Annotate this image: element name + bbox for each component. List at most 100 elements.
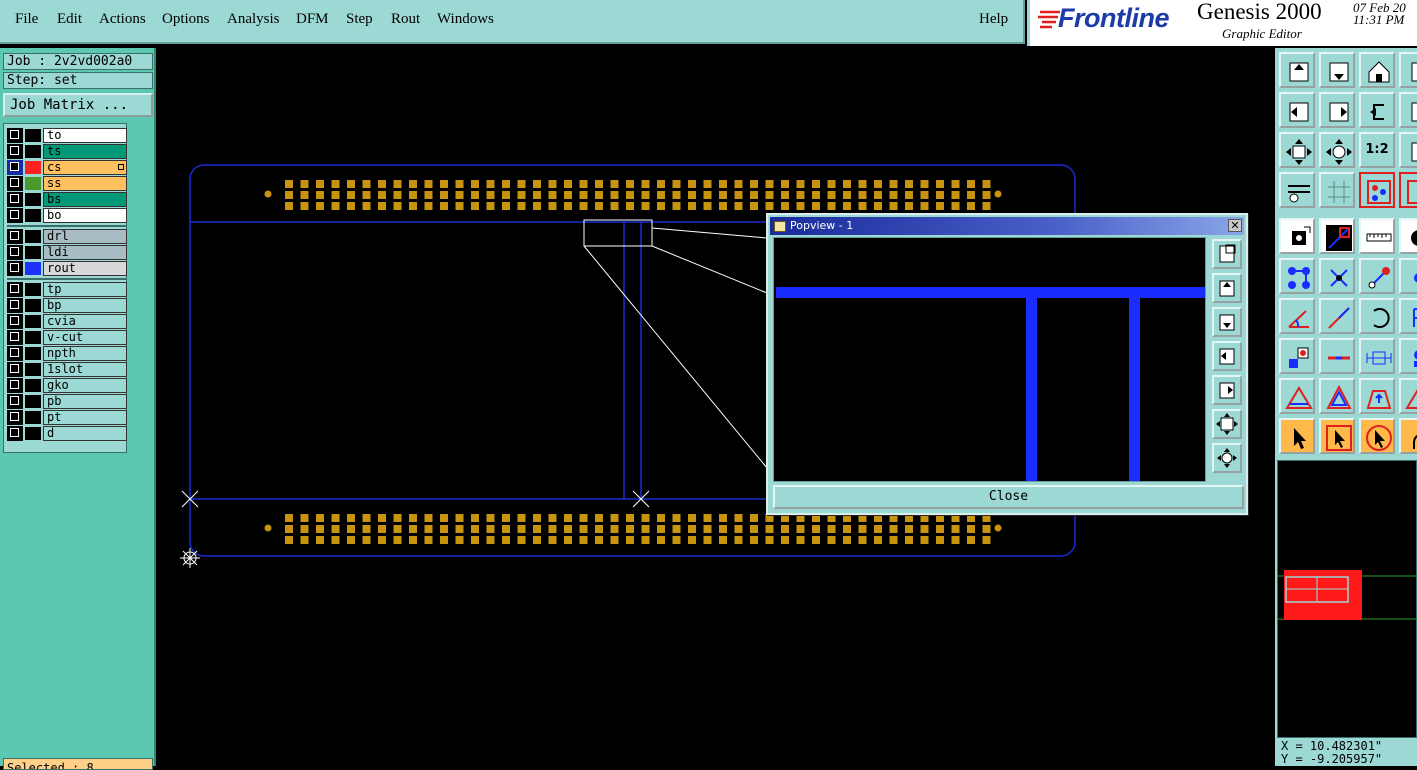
job-matrix-button[interactable]: Job Matrix ... [3, 93, 153, 117]
polygon-fill-button[interactable] [1359, 378, 1395, 414]
layer-name[interactable]: pb [43, 394, 127, 409]
menu-actions[interactable]: Actions [99, 11, 146, 28]
popview-right-icon[interactable] [1212, 375, 1242, 405]
layer-name[interactable]: drl [43, 229, 127, 244]
delete-point-button[interactable] [1319, 258, 1355, 294]
polygon-edit-button[interactable] [1319, 378, 1355, 414]
layer-name[interactable]: ldi [43, 245, 127, 260]
layer-row-tp[interactable]: tp [7, 282, 127, 297]
menu-analysis[interactable]: Analysis [227, 11, 280, 28]
layer-color-swatch[interactable] [25, 427, 41, 440]
popview-titlebar[interactable]: Popview - 1 ✕ [770, 217, 1244, 235]
pointer-box-button[interactable] [1319, 418, 1355, 454]
circle-button[interactable] [1399, 218, 1417, 254]
layer-color-swatch[interactable] [25, 161, 41, 174]
menu-options[interactable]: Options [162, 11, 210, 28]
layer-name[interactable]: npth [43, 346, 127, 361]
window-close-icon[interactable]: ✕ [1228, 219, 1242, 232]
popview-zoomed-view[interactable] [773, 237, 1206, 482]
layer-name[interactable]: bp [43, 298, 127, 313]
layer-row-bp[interactable]: bp [7, 298, 127, 313]
layer-color-swatch[interactable] [25, 363, 41, 376]
layer-color-swatch[interactable] [25, 145, 41, 158]
pointer-circle-button[interactable] [1359, 418, 1395, 454]
zoom-right-button[interactable] [1319, 92, 1355, 128]
layer-color-swatch[interactable] [25, 193, 41, 206]
layer-name[interactable]: v-cut [43, 330, 127, 345]
layer-color-swatch[interactable] [25, 230, 41, 243]
menu-help[interactable]: Help [979, 11, 1008, 28]
popview-close-button[interactable]: Close [773, 485, 1244, 509]
layer-checkbox[interactable] [7, 330, 23, 345]
pointer-select-button[interactable] [1279, 418, 1315, 454]
popview-zoom-icon[interactable] [1212, 239, 1242, 269]
undo-view-button[interactable] [1359, 92, 1395, 128]
layer-color-swatch[interactable] [25, 347, 41, 360]
layer-color-swatch[interactable] [25, 209, 41, 222]
layer-checkbox[interactable] [7, 245, 23, 260]
layer-row-pb[interactable]: pb [7, 394, 127, 409]
resize-button[interactable] [1279, 338, 1315, 374]
layer-name[interactable]: ts [43, 144, 127, 159]
snap-settings-button[interactable] [1279, 172, 1315, 208]
bracket-button[interactable] [1399, 298, 1417, 334]
fit-profile-button[interactable] [1319, 132, 1355, 168]
layer-name[interactable]: to [43, 128, 127, 143]
layer-checkbox[interactable] [7, 176, 23, 191]
layer-row-cs[interactable]: cs [7, 160, 127, 175]
layer-color-swatch[interactable] [25, 177, 41, 190]
slash-line-button[interactable] [1319, 298, 1355, 334]
layer-name[interactable]: bs [43, 192, 127, 207]
layer-row-ss[interactable]: ss [7, 176, 127, 191]
page-button[interactable] [1399, 52, 1417, 88]
polygon2-button[interactable] [1399, 378, 1417, 414]
page3-button[interactable] [1399, 132, 1417, 168]
layer-name[interactable]: bo [43, 208, 127, 223]
menu-dfm[interactable]: DFM [296, 11, 329, 28]
triangle-warn-button[interactable] [1279, 378, 1315, 414]
layer-checkbox[interactable] [7, 160, 23, 175]
layer-checkbox[interactable] [7, 144, 23, 159]
net-connect-button[interactable] [1279, 258, 1315, 294]
layer-row-bs[interactable]: bs [7, 192, 127, 207]
layer-row-bo[interactable]: bo [7, 208, 127, 223]
layer-color-swatch[interactable] [25, 379, 41, 392]
layer-row-ldi[interactable]: ldi [7, 245, 127, 260]
pointer-misc-button[interactable] [1399, 418, 1417, 454]
layer-name[interactable]: ss [43, 176, 127, 191]
layer-color-swatch[interactable] [25, 331, 41, 344]
layer-color-swatch[interactable] [25, 129, 41, 142]
layer-checkbox[interactable] [7, 346, 23, 361]
pad-select-button[interactable] [1279, 218, 1315, 254]
layer-row-drl[interactable]: drl [7, 229, 127, 244]
layer-checkbox[interactable] [7, 192, 23, 207]
layer-row-cvia[interactable]: cvia [7, 314, 127, 329]
fit-all-button[interactable] [1279, 132, 1315, 168]
page2-button[interactable] [1399, 92, 1417, 128]
layer-name[interactable]: tp [43, 282, 127, 297]
menu-file[interactable]: File [15, 11, 38, 28]
dot-button[interactable] [1399, 258, 1417, 294]
layer-color-swatch[interactable] [25, 262, 41, 275]
home-button[interactable] [1359, 52, 1395, 88]
layer-row-gko[interactable]: gko [7, 378, 127, 393]
layer-checkbox[interactable] [7, 229, 23, 244]
layer-color-swatch[interactable] [25, 411, 41, 424]
popview-center-icon[interactable] [1212, 443, 1242, 473]
overview-window[interactable] [1277, 460, 1417, 738]
layer-name[interactable]: pt [43, 410, 127, 425]
grid-button[interactable] [1319, 172, 1355, 208]
layer-checkbox[interactable] [7, 410, 23, 425]
layer-checkbox[interactable] [7, 261, 23, 276]
center-line-button[interactable] [1319, 338, 1355, 374]
layer-name[interactable]: d [43, 426, 127, 441]
layer-color-swatch[interactable] [25, 283, 41, 296]
layers2-button[interactable] [1399, 172, 1417, 208]
measure-ruler-button[interactable] [1359, 218, 1395, 254]
layer-checkbox[interactable] [7, 394, 23, 409]
layer-row-1slot[interactable]: 1slot [7, 362, 127, 377]
layer-row-pt[interactable]: pt [7, 410, 127, 425]
layer-color-swatch[interactable] [25, 395, 41, 408]
layer-name[interactable]: gko [43, 378, 127, 393]
popview-fit-icon[interactable] [1212, 409, 1242, 439]
